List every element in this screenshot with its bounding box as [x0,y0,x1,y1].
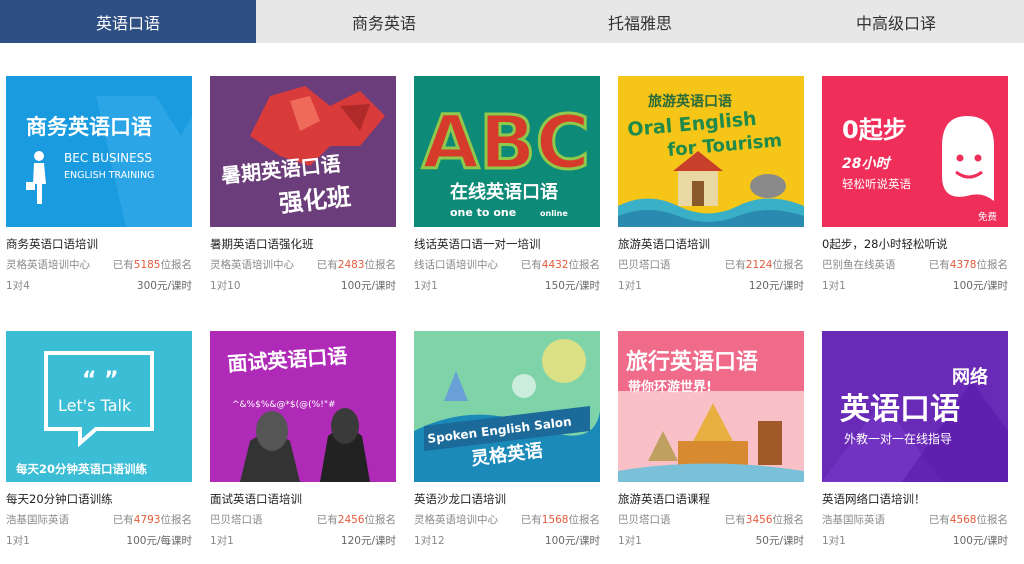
svg-text:免费: 免费 [978,211,997,223]
course-card[interactable]: 商务英语口语 BEC BUSINESS ENGLISH TRAINING 商务英… [6,76,192,293]
svg-text:0起步: 0起步 [842,116,907,144]
enroll-info: 已有1568位报名 [520,514,600,526]
course-thumbnail[interactable]: Spoken English Salon 灵格英语 [414,331,600,482]
class-mode: 1对1 [6,535,30,547]
org-name: 灵格英语培训中心 [6,259,90,271]
svg-text:英语口语: 英语口语 [840,392,960,427]
tab-interpretation[interactable]: 中高级口译 [768,0,1024,43]
svg-text:旅游英语口语: 旅游英语口语 [648,93,732,110]
enroll-info: 已有2483位报名 [316,259,396,271]
course-title[interactable]: 英语沙龙口语培训 [414,491,600,506]
course-card[interactable]: 旅游英语口语 Oral English for Tourism 旅游英语口语培训… [618,76,804,293]
price: 100元/课时 [952,280,1008,292]
svg-text:ENGLISH TRAINING: ENGLISH TRAINING [64,170,154,181]
svg-text:外教一对一在线指导: 外教一对一在线指导 [844,431,952,446]
enroll-info: 已有4432位报名 [520,259,600,271]
course-thumbnail[interactable]: 暑期英语口语 强化班 [210,76,396,227]
org-name: 线话口语培训中心 [414,259,498,271]
svg-text:“ ”: “ ” [82,368,119,393]
svg-text:^&%$%&@*$(@(%!"#: ^&%$%&@*$(@(%!"# [232,400,336,410]
org-name: 巴贝塔口语 [618,259,671,271]
course-card[interactable]: 旅行英语口语 带你环游世界! 旅游英语口语课程 巴贝塔口语 已有3456位报名 … [618,331,804,548]
price: 100元/课时 [952,535,1008,547]
course-title[interactable]: 每天20分钟口语训练 [6,491,192,506]
price: 100元/课时 [544,535,600,547]
class-mode: 1对1 [618,280,642,292]
tab-toefl-ielts[interactable]: 托福雅思 [512,0,768,43]
course-title[interactable]: 线话英语口语一对一培训 [414,236,600,251]
course-card[interactable]: 网络 英语口语 外教一对一在线指导 英语网络口语培训！ 浩基国际英语 已有456… [822,331,1008,548]
svg-text:带你环游世界!: 带你环游世界! [628,379,712,395]
svg-text:28小时: 28小时 [842,156,892,172]
course-thumbnail[interactable]: 面试英语口语 ^&%$%&@*$(@(%!"# [210,331,396,482]
course-title[interactable]: 旅游英语口语课程 [618,491,804,506]
class-mode: 1对12 [414,535,445,547]
price: 100元/每课时 [126,535,192,547]
org-name: 灵格英语培训中心 [210,259,294,271]
svg-text:网络: 网络 [952,366,988,388]
course-thumbnail[interactable]: “ ” Let's Talk 每天20分钟英语口语训练 [6,331,192,482]
class-mode: 1对1 [822,535,846,547]
tab-business-english[interactable]: 商务英语 [256,0,512,43]
enroll-info: 已有2124位报名 [724,259,804,271]
price: 150元/课时 [544,280,600,292]
course-thumbnail[interactable]: 旅游英语口语 Oral English for Tourism [618,76,804,227]
price: 100元/课时 [340,280,396,292]
svg-text:在线英语口语: 在线英语口语 [450,181,558,203]
course-thumbnail[interactable]: 网络 英语口语 外教一对一在线指导 [822,331,1008,482]
org-name: 浩基国际英语 [822,514,885,526]
enroll-info: 已有4378位报名 [928,259,1008,271]
svg-text:one to one: one to one [450,206,516,219]
svg-text:BEC BUSINESS: BEC BUSINESS [64,151,152,165]
class-mode: 1对1 [210,535,234,547]
course-title[interactable]: 0起步，28小时轻松听说 [822,236,1008,251]
price: 120元/课时 [748,280,804,292]
course-card[interactable]: 暑期英语口语 强化班 暑期英语口语强化班 灵格英语培训中心 已有2483位报名 … [210,76,396,293]
price: 120元/课时 [340,535,396,547]
org-name: 浩基国际英语 [6,514,69,526]
course-thumbnail[interactable]: 商务英语口语 BEC BUSINESS ENGLISH TRAINING [6,76,192,227]
svg-text:每天20分钟英语口语训练: 每天20分钟英语口语训练 [16,462,148,476]
enroll-info: 已有4568位报名 [928,514,1008,526]
org-name: 巴别鱼在线英语 [822,259,896,271]
course-title[interactable]: 旅游英语口语培训 [618,236,804,251]
class-mode: 1对1 [414,280,438,292]
enroll-info: 已有3456位报名 [724,514,804,526]
price: 50元/课时 [755,535,804,547]
svg-text:online: online [540,209,568,218]
enroll-info: 已有4793位报名 [112,514,192,526]
course-thumbnail[interactable]: ABC 在线英语口语 one to one online [414,76,600,227]
course-title[interactable]: 暑期英语口语强化班 [210,236,396,251]
course-card[interactable]: Spoken English Salon 灵格英语 英语沙龙口语培训 灵格英语培… [414,331,600,548]
svg-text:ABC: ABC [422,100,590,186]
course-title[interactable]: 面试英语口语培训 [210,491,396,506]
course-thumbnail[interactable]: 0起步 28小时 轻松听说英语 免费 [822,76,1008,227]
class-mode: 1对1 [822,280,846,292]
enroll-info: 已有2456位报名 [316,514,396,526]
org-name: 巴贝塔口语 [618,514,671,526]
category-tabs: 英语口语 商务英语 托福雅思 中高级口译 [0,0,1024,43]
svg-text:轻松听说英语: 轻松听说英语 [842,177,911,191]
price: 300元/课时 [136,280,192,292]
thumb-title: 商务英语口语 [26,115,152,139]
course-title[interactable]: 商务英语口语培训 [6,236,192,251]
svg-text:旅行英语口语: 旅行英语口语 [626,349,758,375]
course-card[interactable]: 面试英语口语 ^&%$%&@*$(@(%!"# 面试英语口语培训 巴贝塔口语 已… [210,331,396,548]
org-name: 巴贝塔口语 [210,514,263,526]
course-card[interactable]: 0起步 28小时 轻松听说英语 免费 0起步，28小时轻松听说 巴别鱼在线英语 … [822,76,1008,293]
class-mode: 1对10 [210,280,241,292]
course-title[interactable]: 英语网络口语培训！ [822,491,1008,506]
course-card[interactable]: ABC 在线英语口语 one to one online 线话英语口语一对一培训… [414,76,600,293]
class-mode: 1对4 [6,280,30,292]
svg-text:Let's Talk: Let's Talk [58,396,132,415]
org-name: 灵格英语培训中心 [414,514,498,526]
course-card[interactable]: “ ” Let's Talk 每天20分钟英语口语训练 每天20分钟口语训练 浩… [6,331,192,548]
course-thumbnail[interactable]: 旅行英语口语 带你环游世界! [618,331,804,482]
tab-english-speaking[interactable]: 英语口语 [0,0,256,43]
class-mode: 1对1 [618,535,642,547]
enroll-info: 已有5185位报名 [112,259,192,271]
